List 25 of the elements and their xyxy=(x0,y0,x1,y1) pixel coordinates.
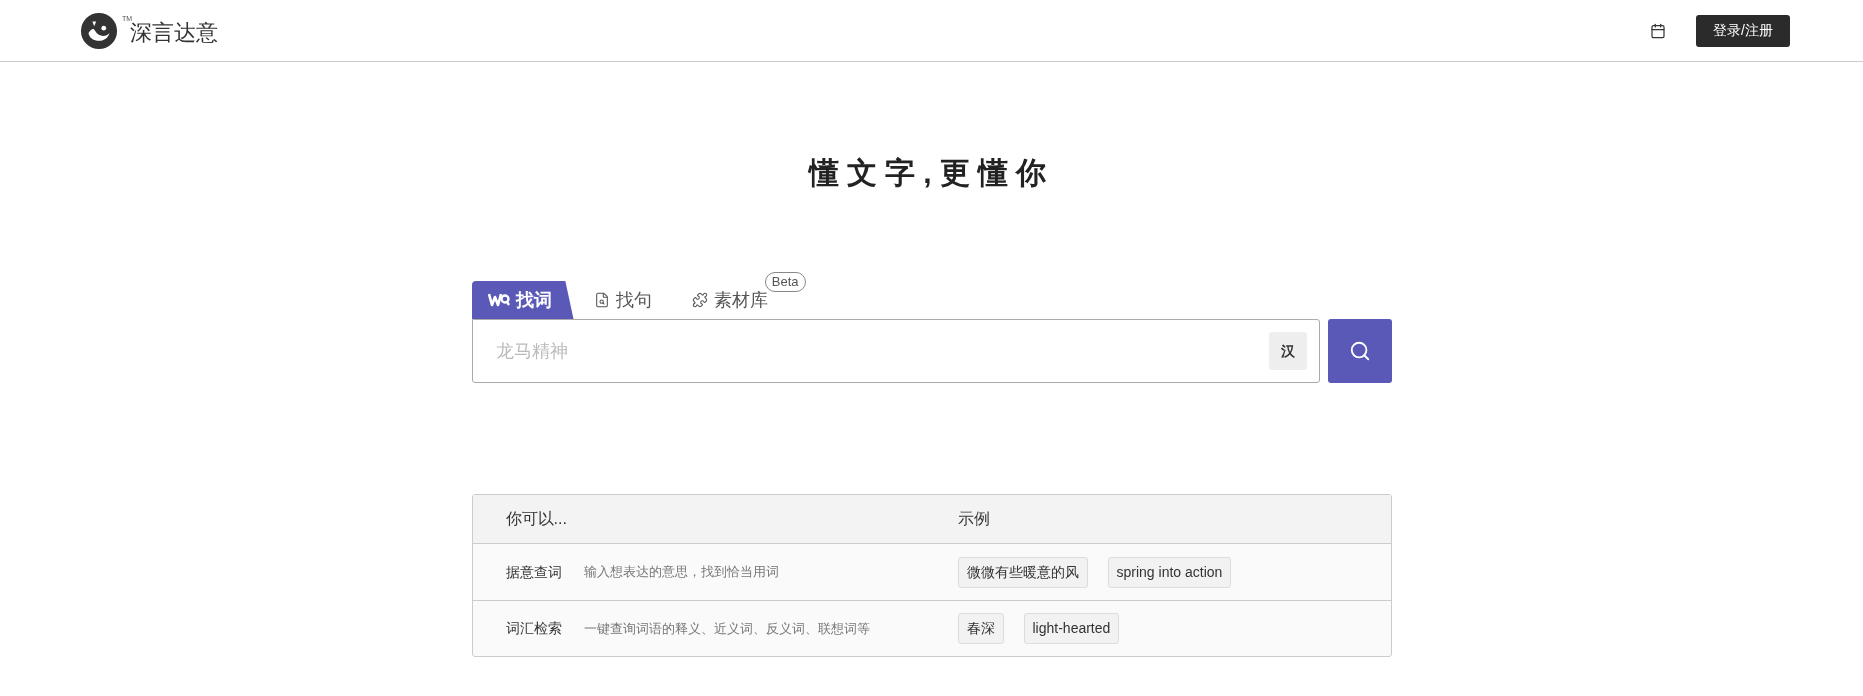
word-search-icon xyxy=(487,292,510,308)
feature-description: 输入想表达的意思，找到恰当用词 xyxy=(583,563,779,582)
calendar-icon[interactable] xyxy=(1650,22,1666,39)
puzzle-icon xyxy=(691,292,708,308)
tab[interactable]: 找词 xyxy=(471,281,574,319)
login-button[interactable]: 登录/注册 xyxy=(1696,14,1790,47)
search-icon xyxy=(1348,340,1371,362)
search-field[interactable]: 龙马精神 汉 xyxy=(471,319,1320,383)
example-chip[interactable]: 微微有些暖意的风 xyxy=(957,556,1088,588)
example-chip[interactable]: 春深 xyxy=(957,613,1004,644)
tab[interactable]: 找句 xyxy=(573,281,672,319)
feature-name: 据意查词 xyxy=(505,562,562,582)
example-chip[interactable]: light-hearted xyxy=(1023,613,1120,644)
feature-name: 词汇检索 xyxy=(505,619,562,638)
language-convert-button[interactable]: 汉 xyxy=(1268,332,1307,370)
column-header: 示例 xyxy=(957,509,990,529)
search-button[interactable] xyxy=(1327,319,1392,383)
logo-icon xyxy=(80,11,118,50)
slogan: 懂文字,更懂你 xyxy=(809,155,1054,191)
column-header: 你可以... xyxy=(504,509,568,529)
feature-description: 一键查询词语的释义、近义词、反义词、联想词等 xyxy=(583,619,870,638)
beta-badge: Beta xyxy=(764,272,806,292)
document-search-icon xyxy=(593,292,610,308)
logo-text: 深言达意 xyxy=(130,20,219,47)
example-chip[interactable]: spring into action xyxy=(1107,556,1232,588)
